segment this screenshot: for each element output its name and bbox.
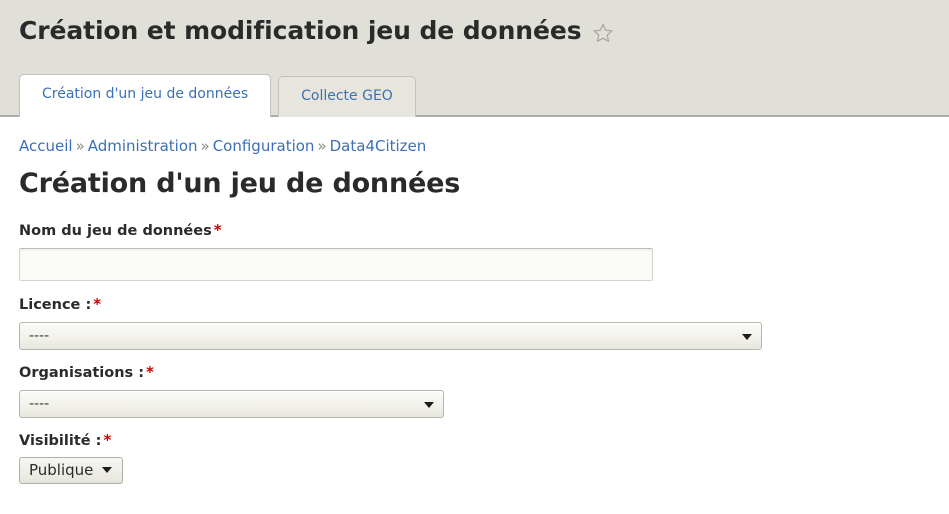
star-outline-icon[interactable] <box>592 22 614 44</box>
breadcrumb-link-accueil[interactable]: Accueil <box>19 137 73 155</box>
field-label-visibilite: Visibilité : * <box>19 431 949 451</box>
tab-bar: Création d'un jeu de données Collecte GE… <box>19 74 416 117</box>
licence-select-value: ---- <box>29 327 50 344</box>
organisations-select-value: ---- <box>29 395 50 412</box>
tab-label: Collecte GEO <box>301 88 393 105</box>
field-label-nom: Nom du jeu de données * <box>19 221 949 241</box>
breadcrumb-link-configuration[interactable]: Configuration <box>213 137 315 155</box>
tab-label: Création d'un jeu de données <box>42 86 249 103</box>
breadcrumb-separator: » <box>200 137 210 155</box>
tab-creation-jeu-de-donnees[interactable]: Création d'un jeu de données <box>19 74 272 117</box>
breadcrumb-separator: » <box>317 137 327 155</box>
nom-du-jeu-de-donnees-input[interactable] <box>19 247 653 281</box>
chevron-down-icon <box>742 333 752 340</box>
breadcrumb-separator: » <box>75 137 85 155</box>
tab-collecte-geo[interactable]: Collecte GEO <box>278 76 416 117</box>
page-header: Création et modification jeu de données … <box>0 0 949 117</box>
breadcrumb-link-administration[interactable]: Administration <box>88 137 198 155</box>
field-organisations: Organisations : * ---- <box>19 363 949 418</box>
field-label-text: Licence : <box>19 296 92 313</box>
organisations-select[interactable]: ---- <box>19 389 444 418</box>
field-licence: Licence : * ---- <box>19 295 949 350</box>
chevron-down-icon <box>424 401 434 408</box>
page-content: Accueil» Administration» Configuration» Dat… <box>0 117 949 485</box>
page-title: Création d'un jeu de données <box>19 168 461 199</box>
dataset-creation-form: Nom du jeu de données * Licence : * ---- O… <box>19 221 949 485</box>
header-title: Création et modification jeu de données <box>19 16 582 45</box>
required-asterisk: * <box>103 430 112 449</box>
required-asterisk: * <box>146 362 154 381</box>
field-visibilite: Visibilité : * Publique <box>19 431 949 485</box>
required-asterisk: * <box>93 294 102 313</box>
visibilite-select[interactable]: Publique <box>19 457 124 485</box>
field-label-licence: Licence : * <box>19 295 949 315</box>
licence-select[interactable]: ---- <box>19 321 762 350</box>
field-label-text: Nom du jeu de données <box>19 223 212 240</box>
breadcrumb: Accueil» Administration» Configuration» Dat… <box>19 117 949 155</box>
required-asterisk: * <box>213 221 222 240</box>
field-label-text: Organisations : <box>19 364 145 381</box>
visibilite-select-value: Publique <box>29 461 94 480</box>
field-nom-du-jeu-de-donnees: Nom du jeu de données * <box>19 221 949 281</box>
chevron-down-icon <box>102 467 113 474</box>
header-title-row: Création et modification jeu de données <box>0 0 949 45</box>
breadcrumb-link-data4citizen[interactable]: Data4Citizen <box>330 137 427 155</box>
field-label-text: Visibilité : <box>19 432 102 449</box>
field-label-organisations: Organisations : * <box>19 363 949 383</box>
